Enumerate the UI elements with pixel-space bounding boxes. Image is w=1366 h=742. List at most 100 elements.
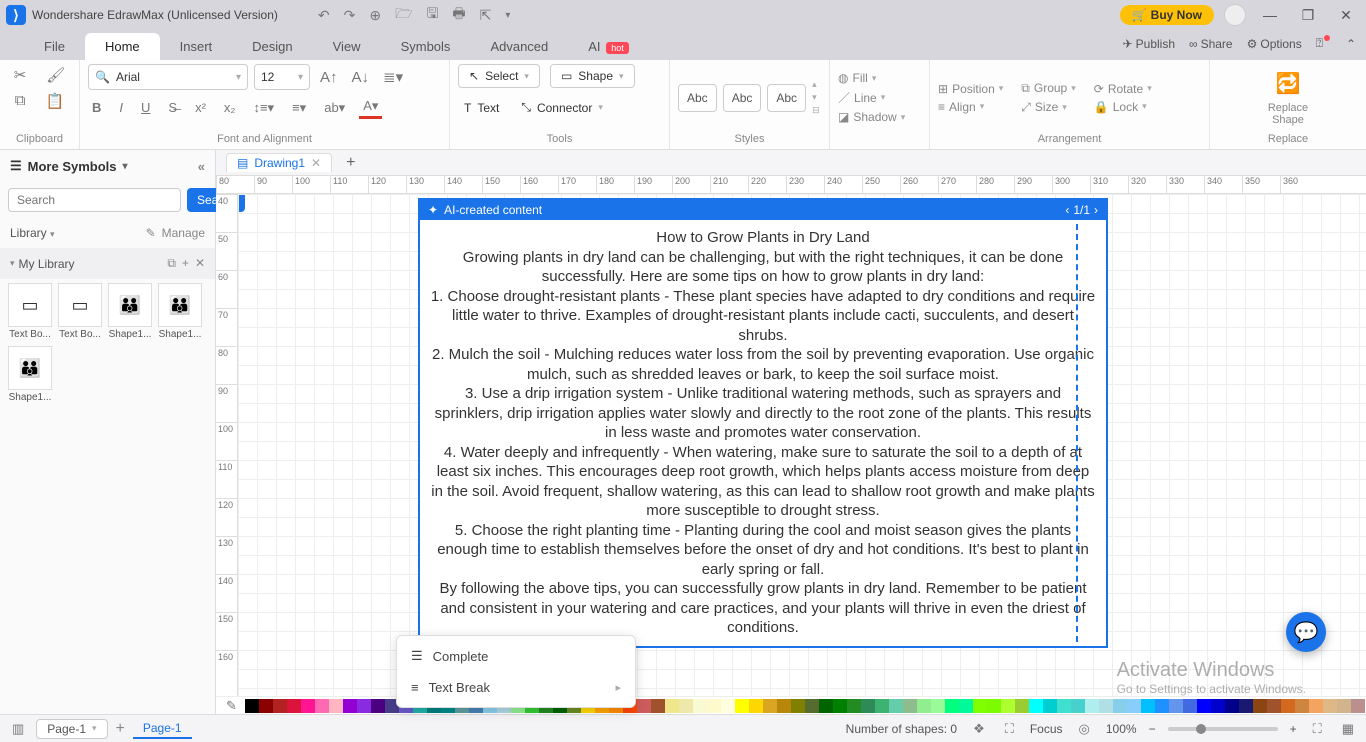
panel-collapse-icon[interactable]: « bbox=[198, 159, 205, 174]
color-swatch[interactable] bbox=[259, 699, 273, 713]
bullets-icon[interactable]: ≡▾ bbox=[288, 98, 310, 118]
color-swatch[interactable] bbox=[875, 699, 889, 713]
publish-button[interactable]: ✈Publish bbox=[1123, 37, 1175, 51]
color-swatch[interactable] bbox=[1085, 699, 1099, 713]
color-swatch[interactable] bbox=[763, 699, 777, 713]
italic-icon[interactable]: I bbox=[115, 98, 127, 117]
tab-symbols[interactable]: Symbols bbox=[381, 33, 471, 60]
color-swatch[interactable] bbox=[1309, 699, 1323, 713]
ai-chat-fab[interactable]: 💬 bbox=[1286, 612, 1326, 652]
style-up-icon[interactable]: ▴ bbox=[812, 79, 820, 90]
position-button[interactable]: ⊞Position▾ bbox=[938, 82, 1003, 96]
redo-icon[interactable]: ↷ bbox=[344, 7, 356, 24]
color-swatch[interactable] bbox=[1169, 699, 1183, 713]
undo-icon[interactable]: ↶ bbox=[318, 7, 330, 24]
share-button[interactable]: ∞Share bbox=[1189, 37, 1233, 51]
paste-icon[interactable]: 📋 bbox=[42, 90, 69, 112]
save-icon[interactable]: 🖫 bbox=[426, 3, 438, 27]
size-button[interactable]: ⤢Size▾ bbox=[1021, 100, 1075, 115]
maximize-button[interactable]: ❐ bbox=[1294, 7, 1322, 24]
font-family-select[interactable]: 🔍Arial▾ bbox=[88, 64, 248, 90]
color-swatch[interactable] bbox=[1141, 699, 1155, 713]
library-item[interactable]: ▭Text Bo... bbox=[58, 283, 102, 340]
color-swatch[interactable] bbox=[1211, 699, 1225, 713]
color-swatch[interactable] bbox=[903, 699, 917, 713]
color-swatch[interactable] bbox=[1057, 699, 1071, 713]
color-swatch[interactable] bbox=[791, 699, 805, 713]
color-swatch[interactable] bbox=[707, 699, 721, 713]
style-preset-1[interactable]: Abc bbox=[678, 84, 717, 112]
shape-tool-button[interactable]: ▭Shape▾ bbox=[550, 64, 635, 88]
highlight-icon[interactable]: ab▾ bbox=[320, 98, 349, 118]
color-swatch[interactable] bbox=[371, 699, 385, 713]
color-swatch[interactable] bbox=[861, 699, 875, 713]
library-item[interactable]: ▭Text Bo... bbox=[8, 283, 52, 340]
symbol-search-input[interactable] bbox=[8, 188, 181, 212]
color-swatch[interactable] bbox=[1099, 699, 1113, 713]
color-swatch[interactable] bbox=[1225, 699, 1239, 713]
color-swatch[interactable] bbox=[1239, 699, 1253, 713]
color-swatch[interactable] bbox=[637, 699, 651, 713]
color-swatch[interactable] bbox=[833, 699, 847, 713]
color-swatch[interactable] bbox=[287, 699, 301, 713]
color-swatch[interactable] bbox=[357, 699, 371, 713]
rotate-button[interactable]: ⟳Rotate▾ bbox=[1094, 82, 1152, 96]
color-swatch[interactable] bbox=[665, 699, 679, 713]
library-item[interactable]: 👪Shape1... bbox=[8, 346, 52, 403]
layers-icon[interactable]: ❖ bbox=[969, 719, 989, 739]
color-swatch[interactable] bbox=[973, 699, 987, 713]
fit-page-icon[interactable]: ◎ bbox=[1075, 719, 1094, 739]
lib-open-icon[interactable]: ⧉ bbox=[167, 256, 176, 271]
ribbon-collapse-button[interactable]: ⌃ bbox=[1346, 37, 1356, 51]
align-button[interactable]: ≡Align▾ bbox=[938, 100, 1003, 114]
new-icon[interactable]: ⊕ bbox=[369, 7, 381, 24]
color-swatch[interactable] bbox=[805, 699, 819, 713]
buy-now-button[interactable]: 🛒Buy Now bbox=[1120, 5, 1214, 25]
color-swatch[interactable] bbox=[1127, 699, 1141, 713]
color-swatch[interactable] bbox=[735, 699, 749, 713]
tab-file[interactable]: File bbox=[24, 33, 85, 60]
color-swatch[interactable] bbox=[917, 699, 931, 713]
expand-icon[interactable]: ▾ bbox=[10, 258, 15, 269]
color-swatch[interactable] bbox=[931, 699, 945, 713]
zoom-slider-knob[interactable] bbox=[1196, 724, 1206, 734]
bold-icon[interactable]: B bbox=[88, 98, 105, 117]
more-symbols-label[interactable]: More Symbols bbox=[28, 159, 117, 174]
group-button[interactable]: ⧉Group▾ bbox=[1021, 81, 1075, 96]
color-swatch[interactable] bbox=[959, 699, 973, 713]
color-swatch[interactable] bbox=[679, 699, 693, 713]
color-swatch[interactable] bbox=[329, 699, 343, 713]
tab-design[interactable]: Design bbox=[232, 33, 312, 60]
ai-text-break-item[interactable]: ≡Text Break▸ bbox=[397, 672, 635, 703]
ai-next-icon[interactable]: › bbox=[1094, 203, 1098, 217]
color-swatch[interactable] bbox=[1351, 699, 1365, 713]
eyedropper-icon[interactable]: ✎ bbox=[222, 696, 241, 715]
fullscreen-icon[interactable]: ⛶ bbox=[1309, 719, 1326, 739]
ai-complete-item[interactable]: ☰Complete bbox=[397, 640, 635, 672]
focus-label[interactable]: Focus bbox=[1030, 722, 1063, 736]
line-button[interactable]: ／Line▾ bbox=[838, 89, 905, 106]
color-swatch[interactable] bbox=[1267, 699, 1281, 713]
color-swatch[interactable] bbox=[945, 699, 959, 713]
color-swatch[interactable] bbox=[889, 699, 903, 713]
color-swatch[interactable] bbox=[1071, 699, 1085, 713]
style-down-icon[interactable]: ▾ bbox=[812, 92, 820, 103]
page-tab[interactable]: Page-1 bbox=[133, 719, 192, 739]
font-color-icon[interactable]: A▾ bbox=[359, 96, 382, 119]
color-swatch[interactable] bbox=[777, 699, 791, 713]
document-tab[interactable]: ▤ Drawing1 ✕ bbox=[226, 153, 332, 172]
color-swatch[interactable] bbox=[693, 699, 707, 713]
copy-icon[interactable]: ⧉ bbox=[11, 90, 30, 112]
drawing-canvas[interactable]: ✦ AI-created content ‹ 1/1 › How to Grow… bbox=[238, 194, 1366, 696]
zoom-slider[interactable] bbox=[1168, 727, 1278, 731]
tab-insert[interactable]: Insert bbox=[160, 33, 233, 60]
color-swatch[interactable] bbox=[847, 699, 861, 713]
library-dropdown[interactable]: Library ▾ bbox=[10, 226, 59, 240]
select-tool-button[interactable]: ↖Select▾ bbox=[458, 64, 540, 88]
presentation-icon[interactable]: ⛶ bbox=[1001, 719, 1018, 739]
increase-font-icon[interactable]: A↑ bbox=[316, 67, 342, 88]
tab-home[interactable]: Home bbox=[85, 33, 160, 60]
color-swatch[interactable] bbox=[1253, 699, 1267, 713]
export-icon[interactable]: ⇱ bbox=[480, 7, 492, 24]
color-swatch[interactable] bbox=[1015, 699, 1029, 713]
